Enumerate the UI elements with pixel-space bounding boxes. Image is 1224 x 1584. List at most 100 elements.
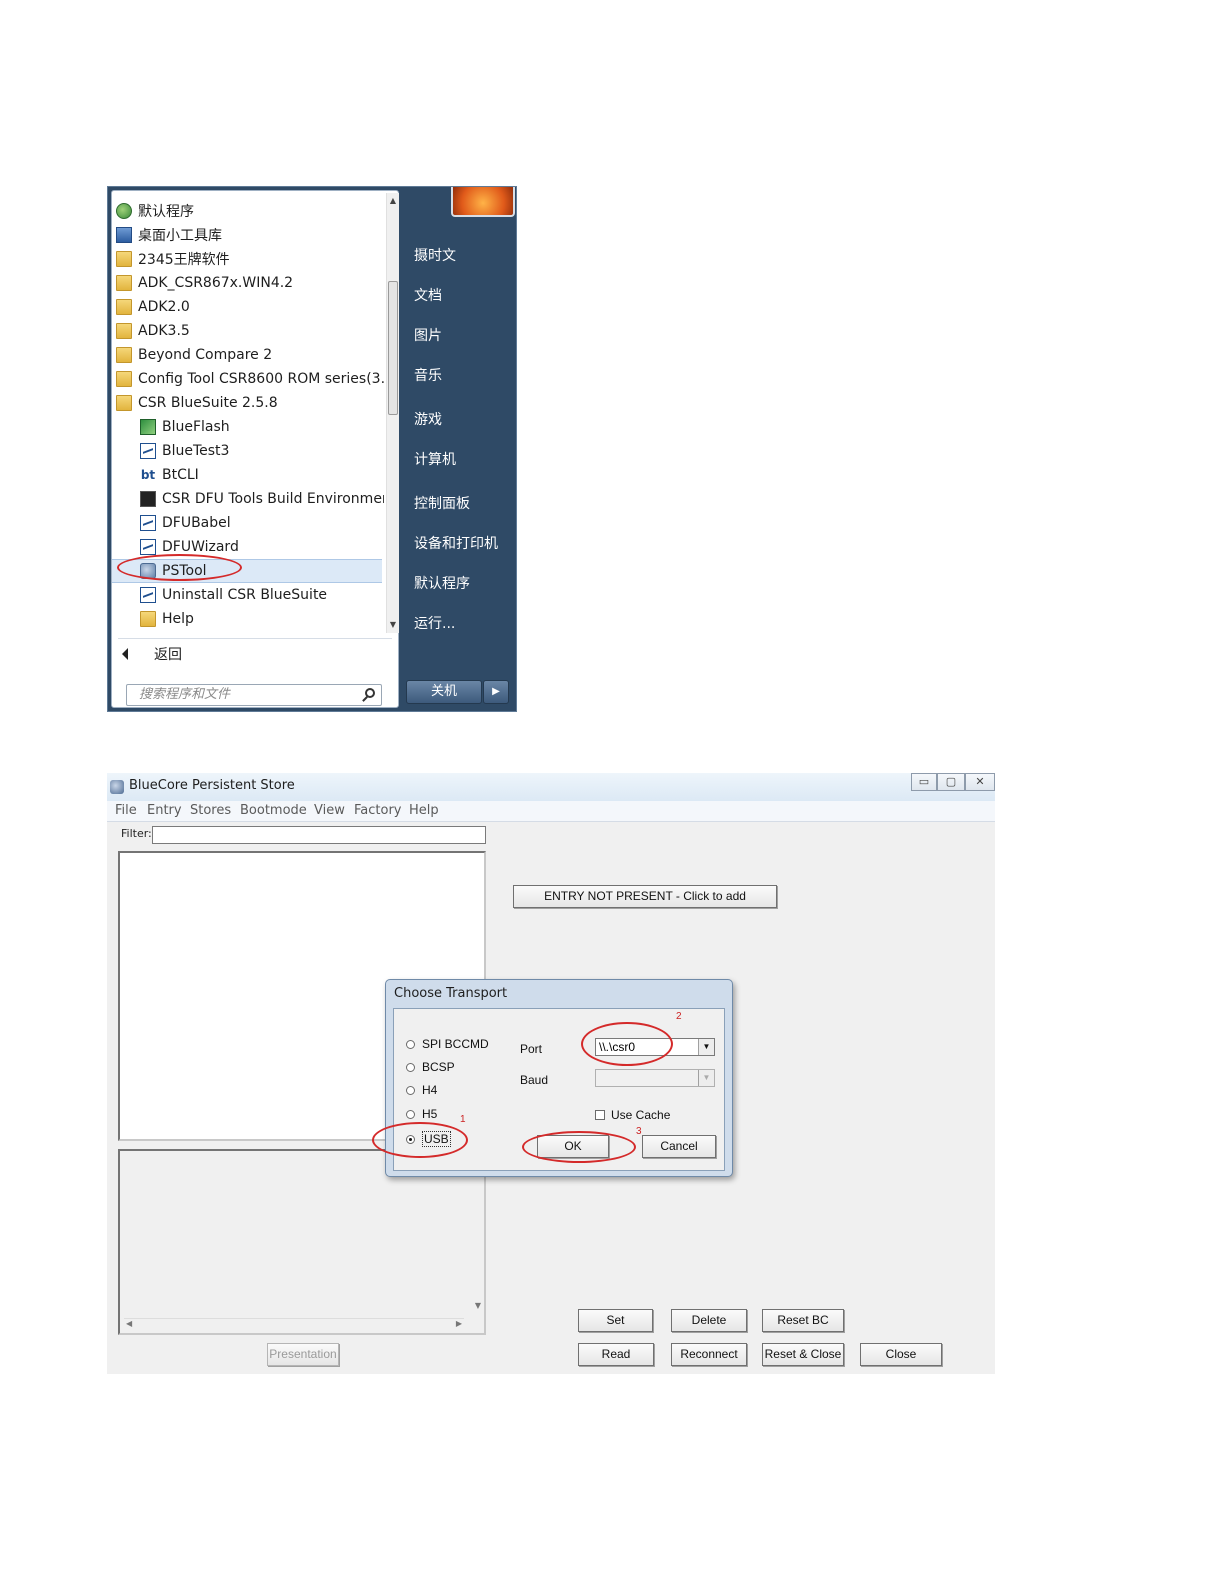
program-folder-help[interactable]: Help [112, 607, 382, 631]
transport-option-bcsp[interactable]: BCSP [406, 1060, 455, 1074]
presentation-button[interactable]: Presentation [267, 1343, 339, 1366]
program-item-gadgets[interactable]: 桌面小工具库 [112, 223, 382, 247]
program-item-csr-dfu-tools[interactable]: CSR DFU Tools Build Environmer [112, 487, 384, 511]
program-item-blueflash[interactable]: BlueFlash [112, 415, 382, 439]
program-folder-csr-bluesuite[interactable]: CSR BlueSuite 2.5.8 [112, 391, 382, 415]
entry-not-present-button[interactable]: ENTRY NOT PRESENT - Click to add [513, 885, 777, 908]
filter-input[interactable] [152, 826, 486, 844]
right-item-music[interactable]: 音乐 [414, 365, 442, 385]
close-window-icon[interactable]: ✕ [965, 773, 995, 791]
menu-stores[interactable]: Stores [190, 803, 231, 818]
baud-select[interactable]: ▼ [595, 1069, 715, 1087]
folder-icon [116, 323, 132, 339]
program-item-dfubabel[interactable]: DFUBabel [112, 511, 382, 535]
program-folder-config-tool[interactable]: Config Tool CSR8600 ROM series(3. [112, 367, 384, 391]
close-button[interactable]: Close [860, 1343, 942, 1366]
reset-close-button[interactable]: Reset & Close [762, 1343, 844, 1366]
folder-icon [116, 275, 132, 291]
menu-file[interactable]: File [115, 803, 137, 818]
filter-label: Filter: [121, 827, 152, 840]
read-button[interactable]: Read [578, 1343, 654, 1366]
use-cache-checkbox[interactable]: Use Cache [595, 1108, 670, 1122]
menu-bar: File Entry Stores Bootmode View Factory … [107, 801, 995, 822]
scroll-left-icon[interactable]: ◀ [126, 1319, 132, 1328]
program-list-scrollbar[interactable]: ▲ ▼ [386, 193, 399, 633]
minimize-icon[interactable]: ▭ [911, 773, 937, 791]
menu-help[interactable]: Help [409, 803, 439, 818]
radio-button[interactable] [406, 1109, 415, 1119]
search-input[interactable]: 搜索程序和文件 [126, 684, 382, 706]
dropdown-arrow-icon[interactable]: ▼ [698, 1070, 714, 1086]
right-item-computer[interactable]: 计算机 [414, 449, 456, 469]
menu-factory[interactable]: Factory [354, 803, 402, 818]
dialog-title: Choose Transport [394, 986, 508, 1001]
delete-button[interactable]: Delete [671, 1309, 747, 1332]
program-item-default-programs[interactable]: 默认程序 [112, 199, 382, 223]
shutdown-button[interactable]: 关机 [406, 680, 482, 704]
folder-icon [116, 371, 132, 387]
scroll-down-icon[interactable]: ▼ [475, 1301, 481, 1310]
divider [118, 638, 392, 639]
right-item-user-folder[interactable]: 摄时文 [414, 245, 456, 265]
program-folder-beyond-compare[interactable]: Beyond Compare 2 [112, 343, 382, 367]
right-item-control-panel[interactable]: 控制面板 [414, 493, 470, 513]
folder-icon [116, 347, 132, 363]
annotation-number-1: 1 [460, 1114, 466, 1125]
right-item-default-programs[interactable]: 默认程序 [414, 573, 470, 593]
port-label: Port [520, 1042, 543, 1056]
program-folder-adk35[interactable]: ADK3.5 [112, 319, 382, 343]
radio-button[interactable] [406, 1039, 415, 1049]
set-button[interactable]: Set [578, 1309, 653, 1332]
right-item-pictures[interactable]: 图片 [414, 325, 442, 345]
window-title: BlueCore Persistent Store [129, 778, 295, 793]
default-programs-icon [116, 203, 132, 219]
maximize-icon[interactable]: ▢ [937, 773, 965, 791]
scrollbar-thumb[interactable] [388, 281, 398, 415]
scroll-right-icon[interactable]: ▶ [456, 1319, 462, 1328]
shutdown-options-arrow-icon[interactable]: ▶ [483, 680, 509, 704]
csr-app-icon [140, 515, 156, 531]
back-button[interactable]: 返回 [122, 643, 182, 665]
dropdown-arrow-icon[interactable]: ▼ [698, 1039, 714, 1055]
menu-view[interactable]: View [314, 803, 345, 818]
transport-option-spi-bccmd[interactable]: SPI BCCMD [406, 1037, 489, 1051]
scroll-up-icon[interactable]: ▲ [387, 195, 399, 207]
right-item-games[interactable]: 游戏 [414, 409, 442, 429]
back-arrow-icon [122, 648, 128, 660]
program-folder-adk20[interactable]: ADK2.0 [112, 295, 382, 319]
pstool-app-icon [110, 780, 124, 794]
scroll-down-icon[interactable]: ▼ [387, 619, 399, 631]
transport-option-h4[interactable]: H4 [406, 1083, 437, 1097]
cancel-button[interactable]: Cancel [642, 1135, 716, 1158]
menu-bootmode[interactable]: Bootmode [240, 803, 307, 818]
bt-icon: bt [140, 468, 156, 482]
blueflash-icon [140, 419, 156, 435]
checkbox[interactable] [595, 1110, 605, 1120]
csr-app-icon [140, 443, 156, 459]
folder-icon [116, 299, 132, 315]
reset-bc-button[interactable]: Reset BC [762, 1309, 844, 1332]
transport-option-h5[interactable]: H5 [406, 1107, 437, 1121]
user-avatar[interactable] [451, 187, 515, 217]
program-folder-adk-csr867x[interactable]: ADK_CSR867x.WIN4.2 [112, 271, 382, 295]
menu-entry[interactable]: Entry [147, 803, 182, 818]
console-icon [140, 491, 156, 507]
usb-annotation-oval [372, 1122, 468, 1158]
horizontal-scrollbar[interactable]: ◀ ▶ [124, 1318, 464, 1331]
program-folder-2345[interactable]: 2345王牌软件 [112, 247, 382, 271]
baud-label: Baud [520, 1073, 549, 1087]
folder-icon [116, 395, 132, 411]
radio-button[interactable] [406, 1085, 415, 1095]
right-item-documents[interactable]: 文档 [414, 285, 442, 305]
folder-icon [116, 251, 132, 267]
right-item-devices-printers[interactable]: 设备和打印机 [414, 533, 498, 553]
gadget-icon [116, 227, 132, 243]
reconnect-button[interactable]: Reconnect [671, 1343, 747, 1366]
pstool-window: BlueCore Persistent Store ▭ ▢ ✕ File Ent… [107, 773, 995, 1374]
program-item-btcli[interactable]: bt BtCLI [112, 463, 382, 487]
radio-button[interactable] [406, 1062, 415, 1072]
program-item-bluetest3[interactable]: BlueTest3 [112, 439, 382, 463]
program-item-uninstall-bluesuite[interactable]: Uninstall CSR BlueSuite [112, 583, 382, 607]
folder-icon [140, 611, 156, 627]
right-item-run[interactable]: 运行... [414, 613, 455, 633]
